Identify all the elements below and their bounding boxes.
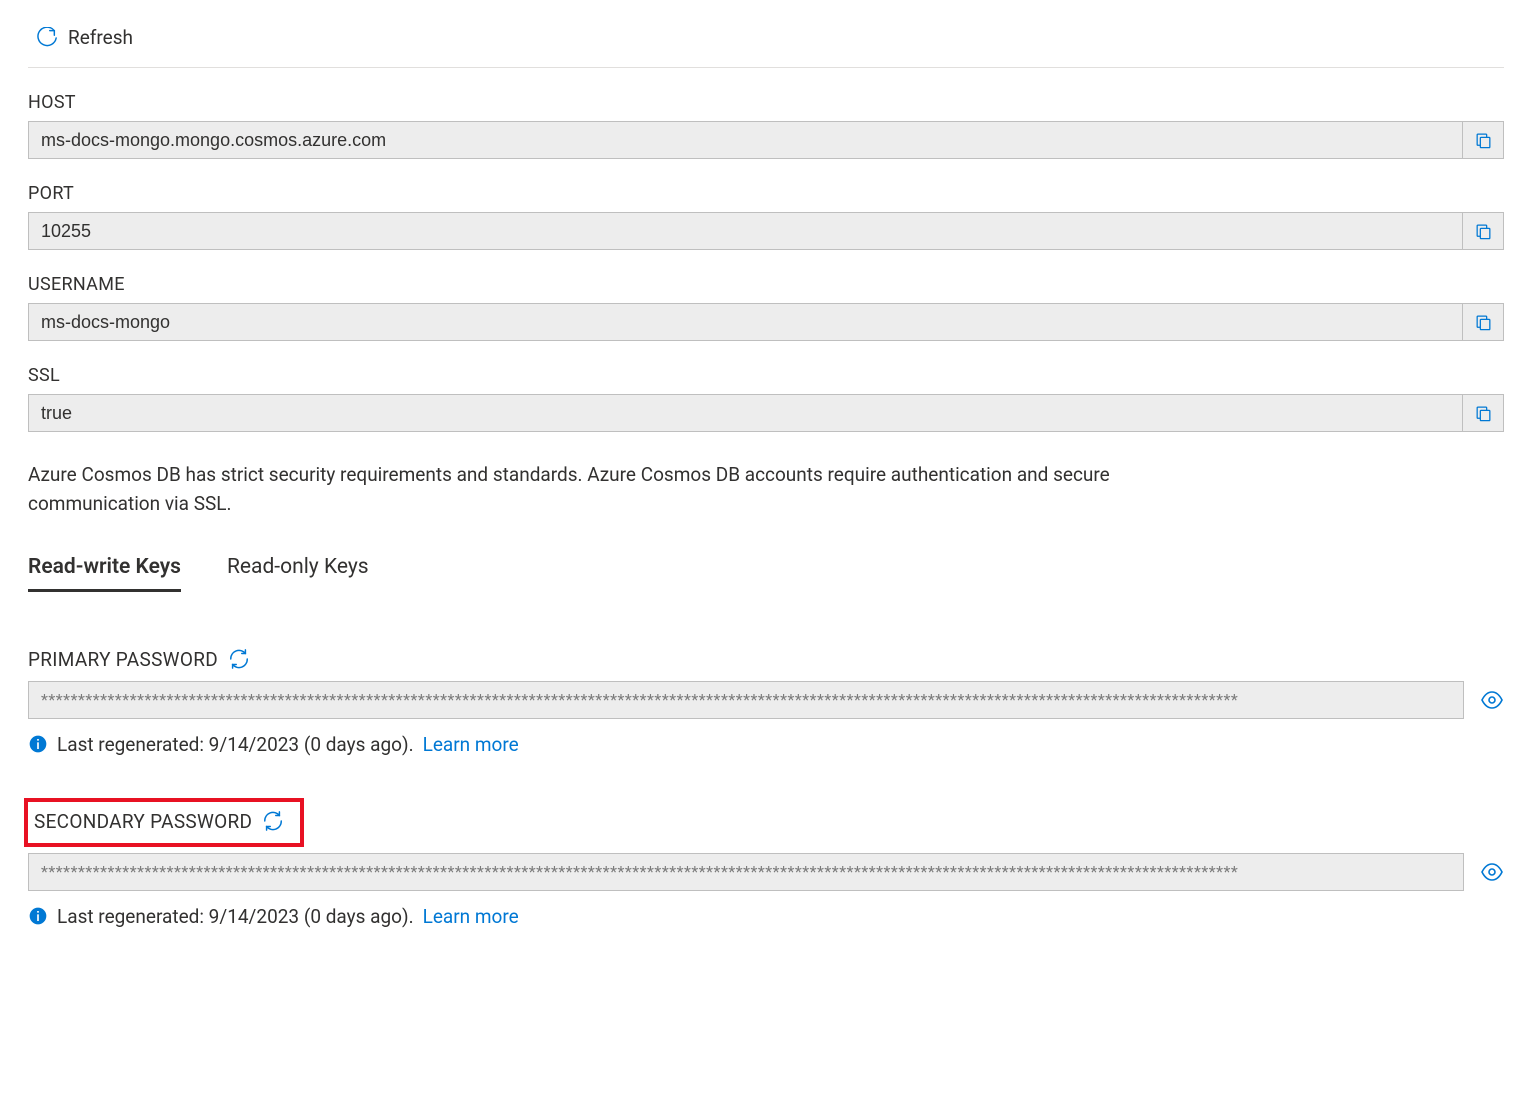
- username-label: USERNAME: [28, 274, 1504, 295]
- copy-icon: [1474, 222, 1493, 241]
- secondary-password-input[interactable]: ****************************************…: [28, 853, 1464, 891]
- regenerate-icon: [228, 648, 250, 670]
- reveal-primary-button[interactable]: [1480, 688, 1504, 712]
- host-label: HOST: [28, 92, 1504, 113]
- secondary-learn-more-link[interactable]: Learn more: [423, 905, 519, 928]
- tab-read-only-keys[interactable]: Read-only Keys: [227, 555, 369, 592]
- primary-password-label: PRIMARY PASSWORD: [28, 648, 218, 671]
- primary-password-section: PRIMARY PASSWORD ***********************…: [28, 648, 1504, 756]
- secondary-password-highlight: SECONDARY PASSWORD: [24, 798, 304, 847]
- copy-ssl-button[interactable]: [1462, 394, 1504, 432]
- primary-password-input[interactable]: ****************************************…: [28, 681, 1464, 719]
- eye-icon: [1480, 688, 1504, 712]
- port-input[interactable]: [28, 212, 1462, 250]
- copy-port-button[interactable]: [1462, 212, 1504, 250]
- primary-learn-more-link[interactable]: Learn more: [423, 733, 519, 756]
- copy-username-button[interactable]: [1462, 303, 1504, 341]
- refresh-button[interactable]: Refresh: [36, 26, 133, 49]
- eye-icon: [1480, 860, 1504, 884]
- host-input[interactable]: [28, 121, 1462, 159]
- regenerate-primary-button[interactable]: [228, 648, 250, 670]
- username-input[interactable]: [28, 303, 1462, 341]
- secondary-password-label: SECONDARY PASSWORD: [28, 810, 252, 833]
- tab-read-write-keys[interactable]: Read-write Keys: [28, 555, 181, 592]
- refresh-label: Refresh: [68, 26, 133, 49]
- refresh-icon: [36, 27, 58, 49]
- security-note: Azure Cosmos DB has strict security requ…: [28, 460, 1168, 519]
- info-icon: [28, 734, 48, 754]
- regenerate-icon: [262, 810, 284, 832]
- copy-icon: [1474, 131, 1493, 150]
- info-icon: [28, 906, 48, 926]
- secondary-password-section: SECONDARY PASSWORD *********************…: [28, 798, 1504, 928]
- reveal-secondary-button[interactable]: [1480, 860, 1504, 884]
- toolbar: Refresh: [28, 20, 1504, 68]
- field-port: PORT: [28, 183, 1504, 250]
- copy-icon: [1474, 313, 1493, 332]
- copy-icon: [1474, 404, 1493, 423]
- keys-tabs: Read-write Keys Read-only Keys: [28, 555, 1504, 592]
- field-ssl: SSL: [28, 365, 1504, 432]
- secondary-last-regenerated: Last regenerated: 9/14/2023 (0 days ago)…: [57, 905, 414, 928]
- primary-last-regenerated: Last regenerated: 9/14/2023 (0 days ago)…: [57, 733, 414, 756]
- port-label: PORT: [28, 183, 1504, 204]
- field-host: HOST: [28, 92, 1504, 159]
- field-username: USERNAME: [28, 274, 1504, 341]
- ssl-label: SSL: [28, 365, 1504, 386]
- copy-host-button[interactable]: [1462, 121, 1504, 159]
- regenerate-secondary-button[interactable]: [262, 810, 284, 832]
- ssl-input[interactable]: [28, 394, 1462, 432]
